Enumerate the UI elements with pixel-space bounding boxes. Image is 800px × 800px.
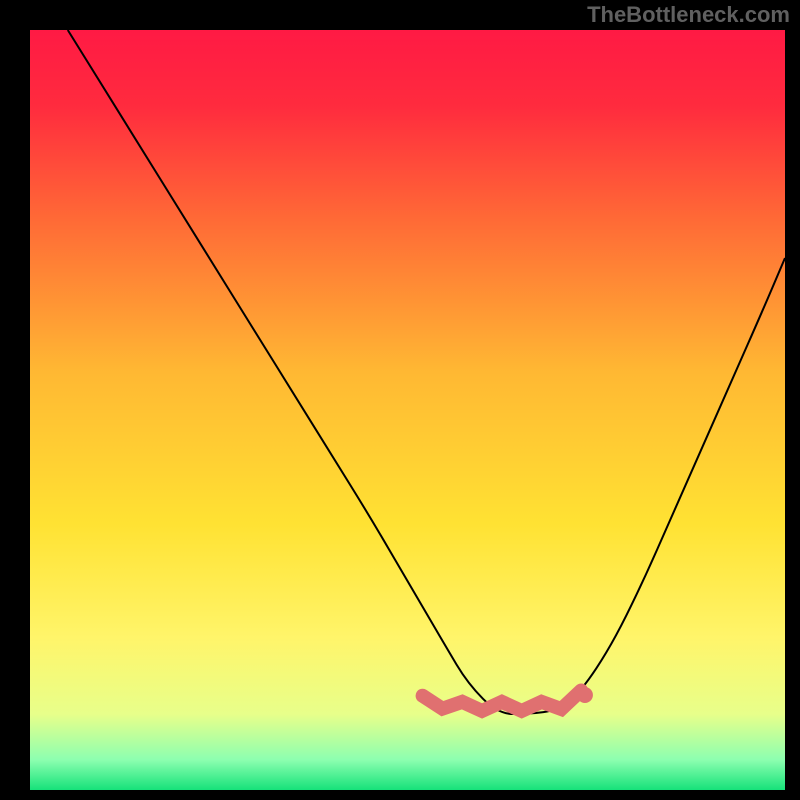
- bottleneck-chart: [0, 0, 800, 800]
- trough-end-dot: [577, 687, 593, 703]
- watermark-text: TheBottleneck.com: [587, 2, 790, 28]
- gradient-background: [30, 30, 785, 790]
